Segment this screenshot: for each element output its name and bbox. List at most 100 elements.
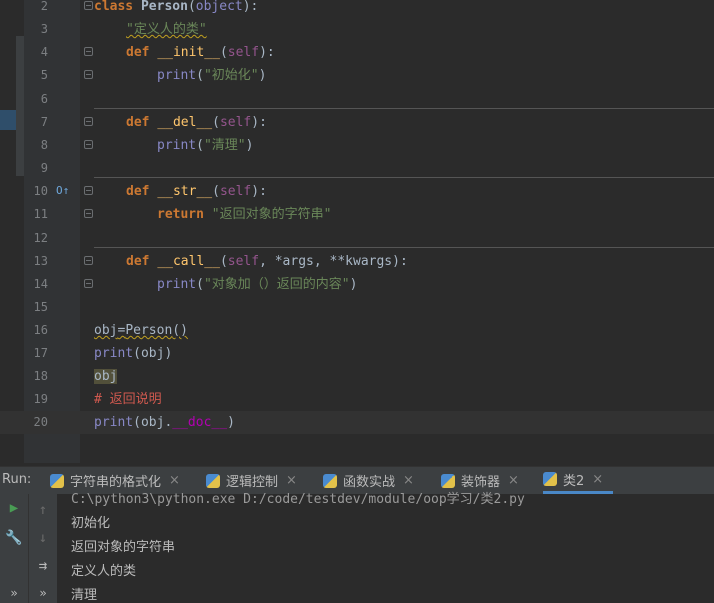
code-line-2[interactable]: class Person(object): xyxy=(94,0,258,18)
line-number: 12 xyxy=(33,231,48,245)
params: , *args, **kwargs xyxy=(259,254,393,269)
ide-window: 2 3 4 5 6 7 8 9 10 11 12 13 14 15 16 17 … xyxy=(0,0,714,603)
soft-wrap-icon[interactable]: ⇉ xyxy=(29,558,57,574)
run-toolbar-secondary: ↑ ↓ ⇉ » xyxy=(28,494,57,603)
line-number: 14 xyxy=(33,277,48,291)
line-number: 18 xyxy=(33,369,48,383)
keyword: def xyxy=(126,254,158,269)
builtin: print xyxy=(94,346,134,361)
self-param: self xyxy=(219,184,252,199)
string: "返回对象的字符串" xyxy=(211,207,332,222)
code-line-10[interactable]: def __str__(self): xyxy=(126,180,267,203)
code-editor[interactable]: 2 3 4 5 6 7 8 9 10 11 12 13 14 15 16 17 … xyxy=(0,0,714,463)
line-number: 15 xyxy=(33,300,48,314)
keyword: class xyxy=(94,0,141,14)
console-output-line: C:\python3\python.exe D:/code/testdev/mo… xyxy=(71,492,525,507)
up-arrow-icon[interactable]: ↑ xyxy=(29,502,57,518)
code-line-5[interactable]: print("初始化") xyxy=(157,64,266,87)
override-method-icon[interactable]: O↑ xyxy=(56,184,69,197)
strip-selection-marker xyxy=(0,110,16,130)
function-name: __call__ xyxy=(157,254,220,269)
line-number: 5 xyxy=(40,68,48,82)
more-icon[interactable]: » xyxy=(0,586,28,600)
variable-highlighted: obj xyxy=(94,369,118,384)
fold-toggle-icon[interactable] xyxy=(84,140,93,149)
code-line-17[interactable]: print(obj) xyxy=(94,342,172,365)
fold-toggle-icon[interactable] xyxy=(84,279,93,288)
line-number: 8 xyxy=(40,138,48,152)
self-param: self xyxy=(227,254,260,269)
punct: ): xyxy=(242,0,259,14)
line-number: 7 xyxy=(40,115,48,129)
fold-toggle-icon[interactable] xyxy=(84,209,93,218)
run-console[interactable]: ▶ 🔧 » ↑ ↓ ⇉ » C:\python3\python.exe D:/c… xyxy=(0,492,714,603)
punct: ) xyxy=(245,138,254,153)
python-icon xyxy=(441,473,455,488)
class-name: Person xyxy=(125,323,173,338)
run-label: Run: xyxy=(2,472,32,487)
tab-label: 类2 xyxy=(563,473,585,489)
builtin: print xyxy=(157,277,197,292)
fold-toggle-icon[interactable] xyxy=(84,186,93,195)
fold-toggle-icon[interactable] xyxy=(84,70,93,79)
code-line-16[interactable]: obj=Person() xyxy=(94,319,188,342)
close-icon[interactable]: × xyxy=(508,473,519,488)
code-line-3[interactable]: "定义人的类" xyxy=(126,18,207,41)
punct: ): xyxy=(251,184,267,199)
run-toolbar-primary: ▶ 🔧 » xyxy=(0,494,28,603)
fold-toggle-icon[interactable] xyxy=(84,47,93,56)
self-param: self xyxy=(227,45,260,60)
close-icon[interactable]: × xyxy=(592,472,603,487)
more-icon[interactable]: » xyxy=(29,586,57,600)
punct: () xyxy=(172,323,188,338)
line-number: 10 xyxy=(33,184,48,198)
line-number: 2 xyxy=(40,0,48,13)
fold-toggle-icon[interactable] xyxy=(84,256,93,265)
magic-attr: __doc__ xyxy=(172,415,228,430)
console-output-line: 清理 xyxy=(71,588,98,603)
python-icon xyxy=(206,473,220,488)
code-line-14[interactable]: print("对象加（）返回的内容") xyxy=(157,273,357,296)
method-separator xyxy=(94,247,714,248)
class-name: Person xyxy=(140,0,188,14)
close-icon[interactable]: × xyxy=(286,473,297,488)
code-line-8[interactable]: print("清理") xyxy=(157,134,253,157)
run-icon[interactable]: ▶ xyxy=(0,500,28,516)
code-line-13[interactable]: def __call__(self, *args, **kwargs): xyxy=(126,250,408,273)
docstring: "定义人的类" xyxy=(126,22,207,37)
method-separator xyxy=(94,177,714,178)
console-output-line: 返回对象的字符串 xyxy=(71,540,176,555)
tool-window-strip xyxy=(0,0,16,463)
keyword: def xyxy=(126,184,158,199)
function-name: __str__ xyxy=(157,184,213,199)
code-line-4[interactable]: def __init__(self): xyxy=(126,41,275,64)
method-separator xyxy=(94,108,714,109)
close-icon[interactable]: × xyxy=(169,473,180,488)
code-line-19[interactable]: # 返回说明 xyxy=(94,388,162,411)
run-tab-class2[interactable]: 类2 × xyxy=(543,467,613,494)
code-line-18[interactable]: obj xyxy=(94,365,118,388)
fold-toggle-icon[interactable] xyxy=(84,1,93,10)
line-number: 19 xyxy=(33,392,48,406)
line-number: 13 xyxy=(33,254,48,268)
punct: ): xyxy=(392,254,408,269)
punct: ( xyxy=(212,184,220,199)
code-line-7[interactable]: def __del__(self): xyxy=(126,111,267,134)
punct: ( xyxy=(187,0,196,14)
close-icon[interactable]: × xyxy=(403,473,414,488)
fold-toggle-icon[interactable] xyxy=(84,117,93,126)
python-icon xyxy=(323,473,337,488)
code-line-20[interactable]: print(obj.__doc__) xyxy=(94,411,235,434)
python-icon xyxy=(50,473,64,488)
console-output-line: 定义人的类 xyxy=(71,564,137,579)
line-number: 17 xyxy=(33,346,48,360)
builtin: print xyxy=(157,68,197,83)
args: (obj) xyxy=(133,346,173,361)
down-arrow-icon[interactable]: ↓ xyxy=(29,530,57,546)
code-line-11[interactable]: return "返回对象的字符串" xyxy=(157,203,331,226)
punct: ( xyxy=(219,254,228,269)
keyword: def xyxy=(126,45,158,60)
line-number: 9 xyxy=(40,161,48,175)
wrench-icon[interactable]: 🔧 xyxy=(0,530,28,546)
builtin: print xyxy=(94,415,134,430)
